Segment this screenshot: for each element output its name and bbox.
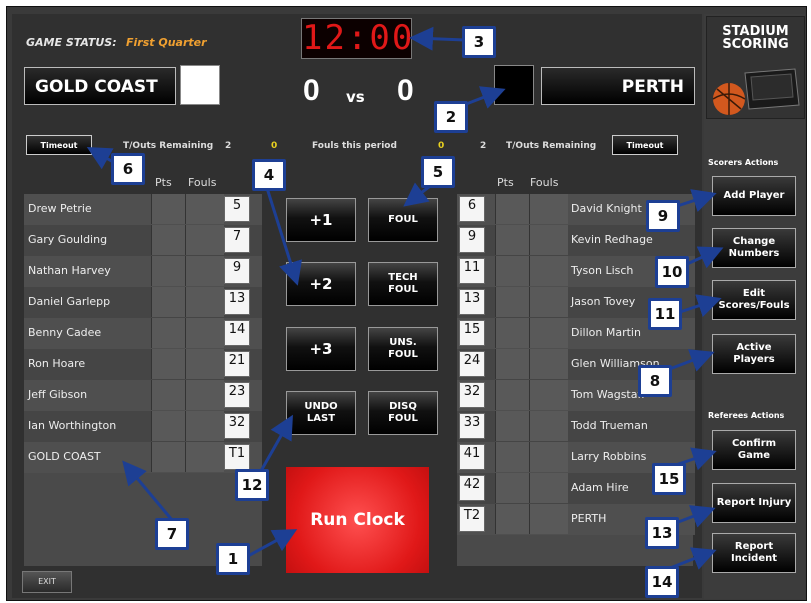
callout-11: 11 [648,298,682,330]
callout-13: 13 [645,517,679,549]
callout-3: 3 [462,26,496,58]
callout-4: 4 [252,159,286,191]
callout-15: 15 [652,463,686,495]
callout-5: 5 [421,156,455,188]
callout-7: 7 [155,518,189,550]
callout-14: 14 [645,566,679,598]
callout-6: 6 [111,153,145,185]
callout-10: 10 [655,256,689,288]
callout-2: 2 [434,101,468,133]
callout-1: 1 [216,543,250,575]
callout-8: 8 [638,365,672,397]
callout-9: 9 [646,200,680,232]
callout-12: 12 [235,469,269,501]
annotation-arrows [86,26,724,572]
